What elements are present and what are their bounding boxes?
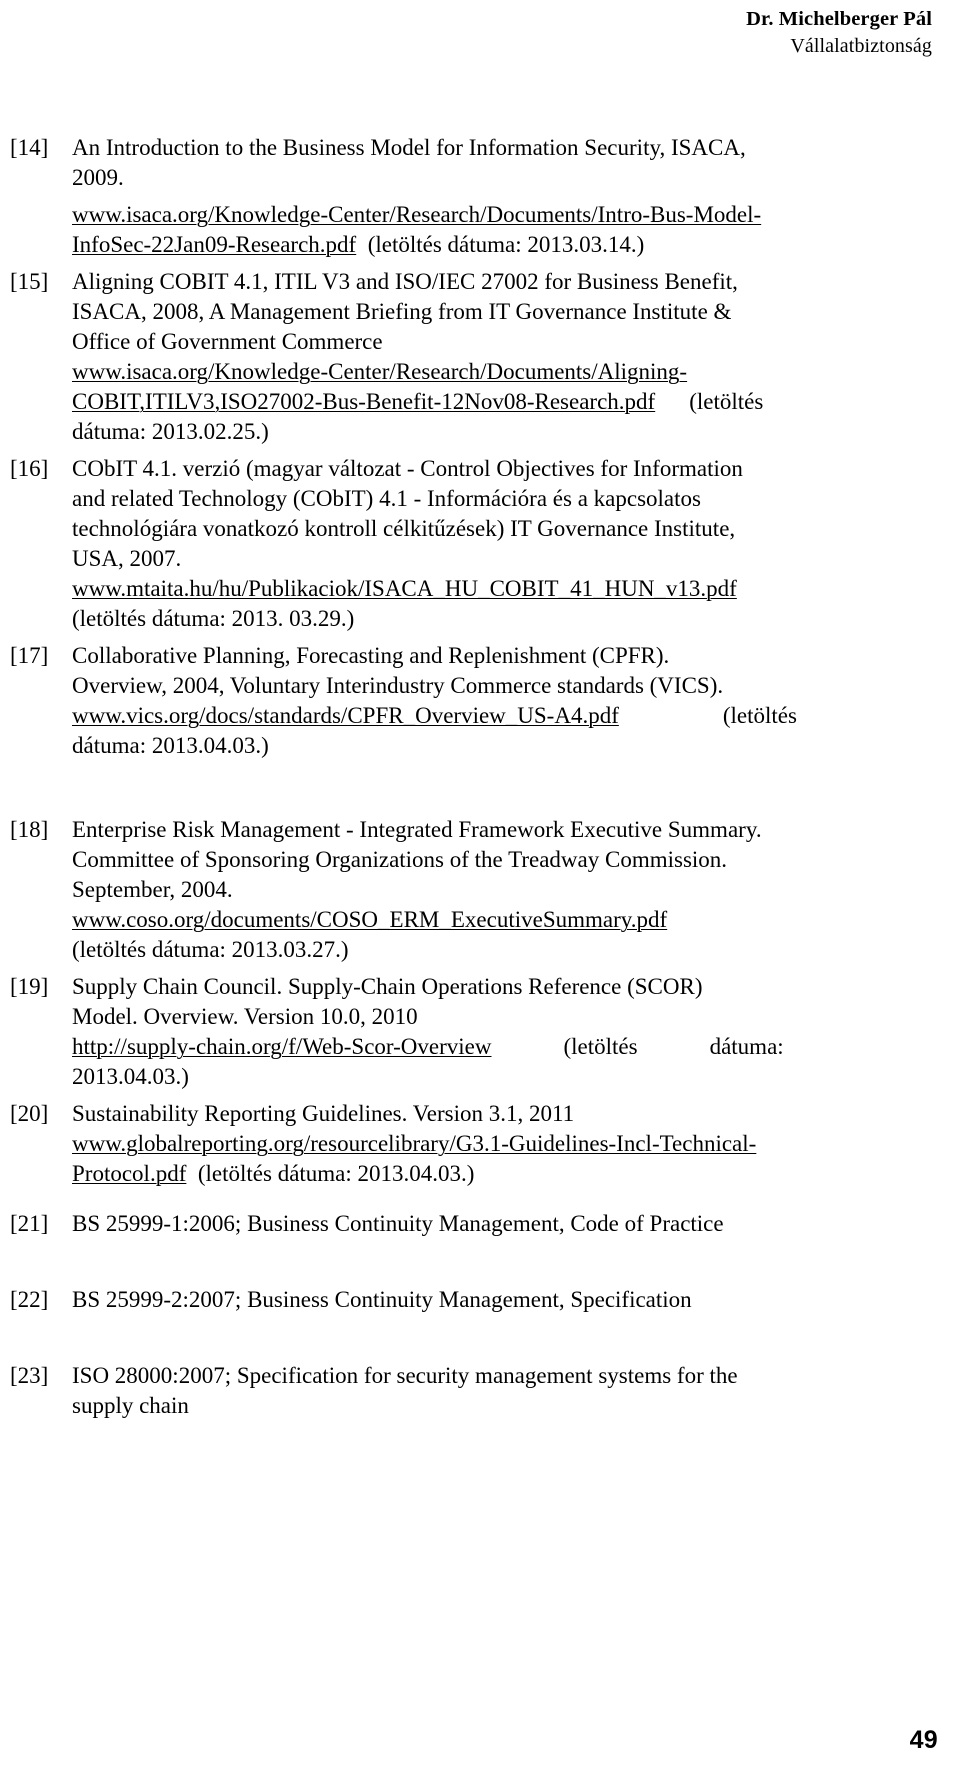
reference-text-line: supply chain [72, 1393, 189, 1418]
reference-body: Collaborative Planning, Forecasting and … [72, 641, 938, 761]
reference-body: BS 25999-2:2007; Business Continuity Man… [72, 1285, 938, 1315]
reference-body: Aligning COBIT 4.1, ITIL V3 and ISO/IEC … [72, 267, 938, 447]
reference-url-line: www.coso.org/documents/COSO_ERM_Executiv… [72, 905, 938, 935]
reference-body: CObIT 4.1. verzió (magyar változat - Con… [72, 454, 938, 634]
reference-body: Enterprise Risk Management - Integrated … [72, 815, 938, 965]
reference-url-line: COBIT,ITILV3,ISO27002-Bus-Benefit-12Nov0… [72, 387, 938, 417]
reference-access-line: (letöltés dátuma: 2013.03.27.) [72, 937, 349, 962]
reference-text-line: Overview, 2004, Voluntary Interindustry … [72, 673, 724, 698]
reference-text-line: ISACA, 2008, A Management Briefing from … [72, 299, 732, 324]
reference-body: ISO 28000:2007; Specification for securi… [72, 1361, 938, 1421]
reference-text-line: Sustainability Reporting Guidelines. Ver… [72, 1101, 575, 1126]
reference-url-line: www.isaca.org/Knowledge-Center/Research/… [72, 200, 938, 230]
reference-body: Supply Chain Council. Supply-Chain Opera… [72, 972, 938, 1092]
reference-tag: [14] [10, 135, 49, 160]
reference-url[interactable]: www.mtaita.hu/hu/Publikaciok/ISACA_HU_CO… [72, 576, 737, 601]
reference-url[interactable]: www.globalreporting.org/resourcelibrary/… [72, 1131, 756, 1156]
reference-item: [22] BS 25999-2:2007; Business Continuit… [10, 1285, 938, 1315]
reference-text-line: USA, 2007. [72, 546, 182, 571]
reference-text-line: ISO 28000:2007; Specification for securi… [72, 1363, 738, 1388]
reference-url-line: Protocol.pdf (letöltés dátuma: 2013.04.0… [72, 1159, 938, 1189]
reference-tag: [15] [10, 269, 49, 294]
reference-url-line: www.globalreporting.org/resourcelibrary/… [72, 1129, 938, 1159]
reference-item: [15] Aligning COBIT 4.1, ITIL V3 and ISO… [10, 267, 938, 447]
reference-tag: [23] [10, 1363, 49, 1388]
reference-tag: [18] [10, 817, 49, 842]
reference-url[interactable]: www.isaca.org/Knowledge-Center/Research/… [72, 359, 687, 384]
header-author: Dr. Michelberger Pál [746, 8, 932, 30]
header-subtitle: Vállalatbiztonság [790, 34, 932, 57]
reference-tag: [19] [10, 974, 49, 999]
reference-access-date: (letöltés [563, 1034, 638, 1059]
reference-access-line: dátuma: 2013.04.03.) [72, 733, 269, 758]
reference-url-line: http://supply-chain.org/f/Web-Scor-Overv… [72, 1032, 938, 1062]
reference-access-date: dátuma: [709, 1034, 784, 1059]
reference-url[interactable]: www.isaca.org/Knowledge-Center/Research/… [72, 202, 761, 227]
reference-url[interactable]: http://supply-chain.org/f/Web-Scor-Overv… [72, 1034, 491, 1059]
reference-url[interactable]: InfoSec-22Jan09-Research.pdf [72, 232, 356, 257]
reference-tag: [22] [10, 1287, 49, 1312]
reference-text-line: Aligning COBIT 4.1, ITIL V3 and ISO/IEC … [72, 269, 738, 294]
reference-url-line: www.vics.org/docs/standards/CPFR_Overvie… [72, 701, 938, 731]
reference-access-date: (letöltés [722, 703, 797, 728]
reference-access-line: (letöltés dátuma: 2013. 03.29.) [72, 606, 355, 631]
reference-item: [14] An Introduction to the Business Mod… [10, 133, 938, 193]
reference-access-date: (letöltés dátuma: 2013.04.03.) [197, 1161, 475, 1186]
reference-access-line: dátuma: 2013.02.25.) [72, 419, 269, 444]
reference-access-line: 2013.04.03.) [72, 1064, 189, 1089]
reference-body: An Introduction to the Business Model fo… [72, 133, 938, 193]
document-page: Dr. Michelberger Pál Vállalatbiztonság [… [0, 0, 960, 1765]
reference-item: [17] Collaborative Planning, Forecasting… [10, 641, 938, 761]
reference-item: [20] Sustainability Reporting Guidelines… [10, 1099, 938, 1189]
reference-tag: [21] [10, 1211, 49, 1236]
running-header: Dr. Michelberger Pál Vállalatbiztonság [746, 6, 932, 59]
reference-tag: [17] [10, 643, 49, 668]
reference-url[interactable]: Protocol.pdf [72, 1161, 186, 1186]
reference-body: Sustainability Reporting Guidelines. Ver… [72, 1099, 938, 1189]
reference-item: [23] ISO 28000:2007; Specification for s… [10, 1361, 938, 1421]
reference-item: [21] BS 25999-1:2006; Business Continuit… [10, 1209, 938, 1239]
reference-list: [14] An Introduction to the Business Mod… [10, 133, 938, 1433]
reference-url-line: www.mtaita.hu/hu/Publikaciok/ISACA_HU_CO… [72, 574, 938, 604]
reference-url-line: www.isaca.org/Knowledge-Center/Research/… [72, 357, 938, 387]
reference-access-date: (letöltés dátuma: 2013.03.14.) [367, 232, 645, 257]
reference-text-line: September, 2004. [72, 877, 233, 902]
reference-text-line: Enterprise Risk Management - Integrated … [72, 817, 762, 842]
reference-text-line: and related Technology (CObIT) 4.1 - Inf… [72, 486, 701, 511]
reference-url-line: InfoSec-22Jan09-Research.pdf (letöltés d… [72, 230, 938, 260]
reference-tag: [16] [10, 456, 49, 481]
reference-url[interactable]: COBIT,ITILV3,ISO27002-Bus-Benefit-12Nov0… [72, 389, 655, 414]
page-number: 49 [909, 1726, 938, 1754]
reference-text-line: Supply Chain Council. Supply-Chain Opera… [72, 974, 703, 999]
reference-body: BS 25999-1:2006; Business Continuity Man… [72, 1209, 938, 1239]
reference-text-line: Collaborative Planning, Forecasting and … [72, 643, 670, 668]
reference-text-line: BS 25999-1:2006; Business Continuity Man… [72, 1211, 724, 1236]
reference-url[interactable]: www.coso.org/documents/COSO_ERM_Executiv… [72, 907, 667, 932]
reference-text-line: technológiára vonatkozó kontroll célkitű… [72, 516, 736, 541]
reference-item: [16] CObIT 4.1. verzió (magyar változat … [10, 454, 938, 634]
reference-access-date: (letöltés [689, 389, 764, 414]
reference-tag: [20] [10, 1101, 49, 1126]
reference-body: www.isaca.org/Knowledge-Center/Research/… [72, 200, 938, 260]
reference-url[interactable]: www.vics.org/docs/standards/CPFR_Overvie… [72, 703, 619, 728]
reference-item: [19] Supply Chain Council. Supply-Chain … [10, 972, 938, 1092]
reference-text-line: CObIT 4.1. verzió (magyar változat - Con… [72, 456, 743, 481]
reference-item: [18] Enterprise Risk Management - Integr… [10, 815, 938, 965]
reference-text-line: Committee of Sponsoring Organizations of… [72, 847, 728, 872]
reference-text-line: Model. Overview. Version 10.0, 2010 [72, 1004, 418, 1029]
reference-text-line: 2009. [72, 165, 124, 190]
reference-text-line: BS 25999-2:2007; Business Continuity Man… [72, 1287, 692, 1312]
reference-url-block: www.isaca.org/Knowledge-Center/Research/… [10, 200, 938, 260]
reference-text-line: Office of Government Commerce [72, 329, 383, 354]
reference-text-line: An Introduction to the Business Model fo… [72, 135, 746, 160]
